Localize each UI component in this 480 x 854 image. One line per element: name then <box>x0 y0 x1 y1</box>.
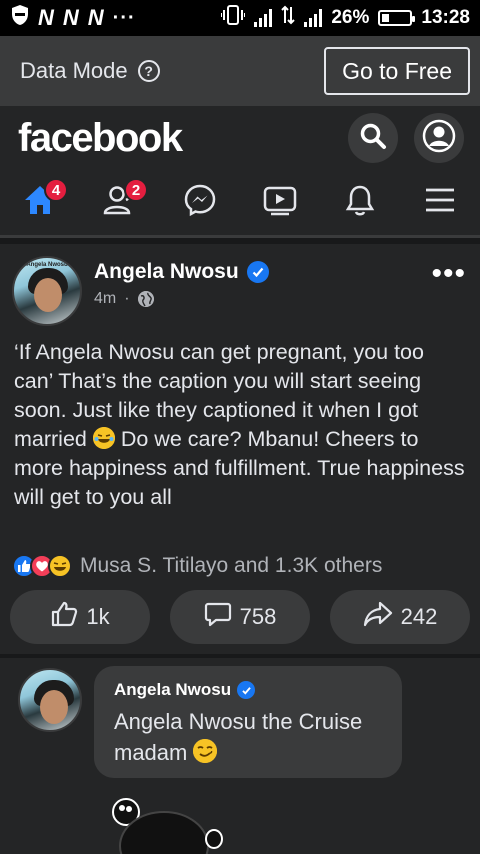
search-button[interactable] <box>348 113 398 163</box>
battery-icon <box>378 10 416 26</box>
bell-icon <box>344 183 376 222</box>
feed-post: Angela Nwosu Angela Nwosu 4m · ••• ‘If A… <box>0 244 480 654</box>
post-author-name[interactable]: Angela Nwosu <box>94 260 239 284</box>
network-notification-icon: N <box>62 5 80 30</box>
hamburger-menu-icon <box>424 187 456 218</box>
app-header: facebook <box>0 106 480 170</box>
help-icon[interactable]: ? <box>137 60 160 82</box>
tab-messenger[interactable] <box>160 170 240 235</box>
reactions-summary[interactable]: Musa S. Titilayo and 1.3K others <box>80 554 382 578</box>
tab-friends[interactable]: 2 <box>80 170 160 235</box>
smirk-emoji-icon <box>193 739 218 763</box>
home-badge: 4 <box>44 178 68 202</box>
profile-button[interactable] <box>414 113 464 163</box>
verified-badge-icon <box>237 681 256 699</box>
status-bar: N N N ··· 26% 13:28 <box>0 0 480 36</box>
post-options-icon[interactable]: ••• <box>431 259 466 289</box>
battery-percent: 26% <box>331 7 370 28</box>
comment-count: 758 <box>239 604 277 629</box>
share-count: 242 <box>400 604 438 629</box>
verified-badge-icon <box>246 261 269 283</box>
clock: 13:28 <box>421 7 470 28</box>
messenger-icon <box>183 183 217 222</box>
meta-separator: · <box>124 290 130 307</box>
tab-menu[interactable] <box>400 170 480 235</box>
shield-icon <box>10 4 30 32</box>
vibrate-icon <box>220 5 247 31</box>
profile-icon <box>422 119 456 158</box>
share-icon <box>363 600 393 634</box>
comment-bubble[interactable]: Angela Nwosu Angela Nwosu the Cruise mad… <box>94 666 402 778</box>
signal-icon <box>254 9 273 27</box>
data-arrows-icon <box>281 5 296 31</box>
commenter-avatar[interactable] <box>18 668 82 732</box>
data-mode-label: Data Mode <box>20 58 128 83</box>
comment-icon <box>204 600 232 634</box>
more-notifications-icon: ··· <box>112 6 136 29</box>
avatar-caption: Angela Nwosu <box>26 262 68 268</box>
post-body: ‘If Angela Nwosu can get pregnant, you t… <box>14 338 466 512</box>
video-icon <box>262 184 298 221</box>
comment-author-name[interactable]: Angela Nwosu <box>114 680 231 700</box>
post-timestamp[interactable]: 4m <box>94 290 116 308</box>
network-notification-icon: N <box>38 5 55 30</box>
share-button[interactable]: 242 <box>330 590 470 644</box>
comment-body: Angela Nwosu the Cruise madam <box>114 706 382 768</box>
network-notification-icon: N <box>87 5 105 30</box>
haha-reaction-icon <box>48 554 72 578</box>
reactions-bar[interactable]: Musa S. Titilayo and 1.3K others <box>12 554 382 578</box>
thumbs-up-icon <box>50 600 78 634</box>
comment-text: Angela Nwosu the Cruise madam <box>114 709 363 765</box>
main-nav: 4 2 <box>0 170 480 238</box>
like-button[interactable]: 1k <box>10 590 150 644</box>
like-count: 1k <box>86 604 110 629</box>
comment-sticker-image <box>104 794 224 854</box>
globe-icon <box>137 291 154 307</box>
go-to-free-button[interactable]: Go to Free <box>324 47 470 95</box>
comment-button[interactable]: 758 <box>170 590 310 644</box>
laughing-emoji-icon <box>92 427 115 449</box>
author-avatar[interactable]: Angela Nwosu <box>12 256 82 326</box>
facebook-logo[interactable]: facebook <box>18 116 183 161</box>
data-mode-bar: Data Mode ? Go to Free <box>0 36 480 106</box>
tab-notifications[interactable] <box>320 170 400 235</box>
comments-section: Angela Nwosu Angela Nwosu the Cruise mad… <box>0 658 480 854</box>
signal-icon <box>304 9 323 27</box>
friends-badge: 2 <box>124 178 148 202</box>
tab-watch[interactable] <box>240 170 320 235</box>
post-actions: 1k 758 242 <box>10 590 470 644</box>
tab-home[interactable]: 4 <box>0 170 80 235</box>
search-icon <box>359 122 387 155</box>
